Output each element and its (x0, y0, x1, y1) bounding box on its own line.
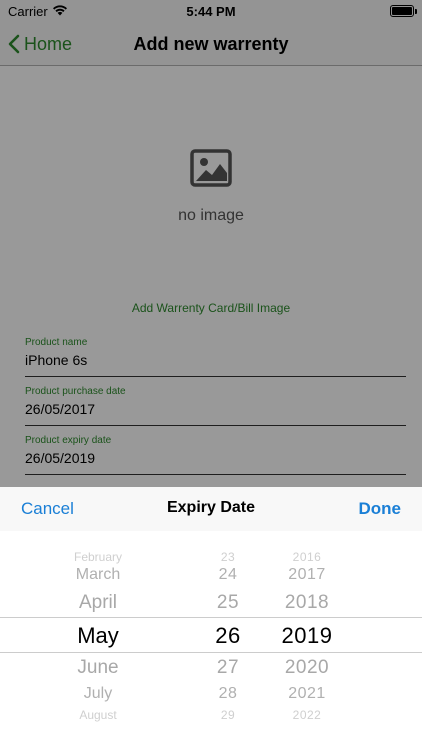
day-option[interactable]: 24 (195, 567, 261, 583)
day-option-selected[interactable]: 26 (195, 625, 261, 647)
day-wheel[interactable]: 23 24 25 26 27 28 29 (195, 531, 261, 750)
year-option-selected[interactable]: 2019 (272, 625, 342, 647)
day-option[interactable]: 29 (195, 709, 261, 721)
year-option[interactable]: 2017 (272, 567, 342, 583)
month-option[interactable]: June (38, 658, 158, 677)
year-option[interactable]: 2020 (272, 658, 342, 677)
done-button[interactable]: Done (359, 499, 402, 519)
year-option[interactable]: 2016 (272, 551, 342, 563)
year-option[interactable]: 2021 (272, 686, 342, 702)
day-option[interactable]: 25 (195, 593, 261, 612)
day-option[interactable]: 27 (195, 658, 261, 677)
month-option-selected[interactable]: May (38, 625, 158, 647)
year-option[interactable]: 2022 (272, 709, 342, 721)
modal-dim-overlay[interactable] (0, 0, 422, 487)
month-wheel[interactable]: February March April May June July Augus… (38, 531, 158, 750)
date-picker-wheels: February March April May June July Augus… (0, 531, 422, 750)
year-wheel[interactable]: 2016 2017 2018 2019 2020 2021 2022 (272, 531, 342, 750)
month-option[interactable]: July (38, 686, 158, 702)
month-option[interactable]: April (38, 593, 158, 612)
month-option[interactable]: August (38, 709, 158, 721)
year-option[interactable]: 2018 (272, 593, 342, 612)
month-option[interactable]: March (38, 567, 158, 583)
picker-toolbar: Cancel Expiry Date Done (0, 487, 422, 531)
date-picker-sheet: Cancel Expiry Date Done February March A… (0, 487, 422, 750)
day-option[interactable]: 28 (195, 686, 261, 702)
month-option[interactable]: February (38, 551, 158, 563)
day-option[interactable]: 23 (195, 551, 261, 563)
